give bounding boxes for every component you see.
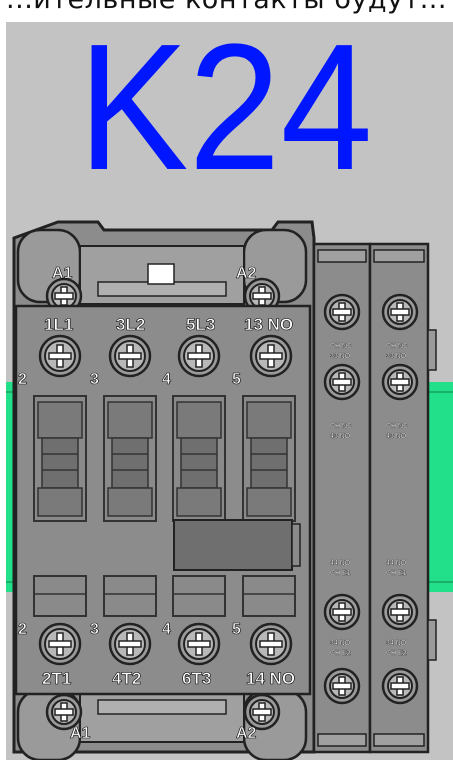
aux1-label-mid-1: CH NC [330,423,352,430]
contactor-drawing: A1 A2 A1 A2 1L1 3L2 5L3 13 NO 2 3 4 5 2 … [6,220,453,760]
terminal-label-3l2: 3L2 [116,315,145,334]
aux2-screw-1 [381,293,419,331]
aux1-label-low-1: 44 NO [330,560,351,567]
terminal-label-13no: 13 NO [244,315,293,334]
aux2-label-mid-1: CH NC [386,423,408,430]
coil-label-a2-bottom: A2 [236,725,257,742]
aux2-label-top-2: 33 NO [386,353,407,360]
aux1-screw-1 [323,293,361,331]
side-number-top-2: 3 [90,371,99,388]
terminal-screw-1l1 [38,334,82,378]
side-number-top-4: 5 [232,371,241,388]
aux2-label-mid-2: 43 NO [386,433,407,440]
aux1-screw-4 [323,667,361,705]
aux2-screw-4 [381,667,419,705]
contact-slot-2 [103,395,157,522]
aux1-label-top-1: CH NC [330,343,352,350]
side-number-top-1: 2 [18,371,27,388]
coil-label-a1-bottom: A1 [70,725,91,742]
label-window [173,519,293,571]
side-number-top-3: 4 [162,371,171,388]
terminal-label-2t1: 2T1 [42,669,71,688]
aux2-screw-3 [381,593,419,631]
coil-screw-a2-bottom [243,693,281,731]
terminal-screw-3l2 [108,334,152,378]
terminal-screw-4t2 [108,622,152,666]
terminal-screw-6t3 [177,622,221,666]
aux2-label-bottom-1: 34 NO [386,640,407,647]
contact-slot-1 [33,395,87,522]
side-number-bottom-4: 5 [232,621,241,638]
aux2-label-low-2: CH E1 [386,570,407,577]
aux1-label-mid-2: 43 NO [330,433,351,440]
aux2-label-top-1: CH NC [386,343,408,350]
stage: ...ительные контакты будут... K24 [0,0,453,760]
aux2-label-bottom-2: CH E2 [386,650,407,657]
contact-slot-4 [242,395,296,522]
aux2-label-low-1: 44 NO [386,560,407,567]
aux1-label-bottom-1: 34 NO [330,640,351,647]
aux1-screw-3 [323,593,361,631]
coil-label-a2-top: A2 [236,265,257,282]
terminal-screw-13no [249,334,293,378]
terminal-label-1l1: 1L1 [44,315,73,334]
aux2-screw-2 [381,363,419,401]
terminal-screw-14no [249,622,293,666]
terminal-label-6t3: 6T3 [182,669,211,688]
terminal-screw-2t1 [38,622,82,666]
terminal-label-14no: 14 NO [246,669,295,688]
aux1-label-top-2: 33 NO [330,353,351,360]
side-number-bottom-2: 3 [90,621,99,638]
side-number-bottom-1: 2 [18,621,27,638]
coil-label-a1-top: A1 [52,265,73,282]
aux1-screw-2 [323,363,361,401]
terminal-screw-5l3 [177,334,221,378]
aux1-label-low-2: CH E1 [330,570,351,577]
terminal-label-5l3: 5L3 [186,315,215,334]
aux1-label-bottom-2: CH E2 [330,650,351,657]
terminal-label-4t2: 4T2 [112,669,141,688]
side-number-bottom-3: 4 [162,621,171,638]
contact-slot-3 [172,395,226,522]
coil-screw-a1-bottom [45,693,83,731]
